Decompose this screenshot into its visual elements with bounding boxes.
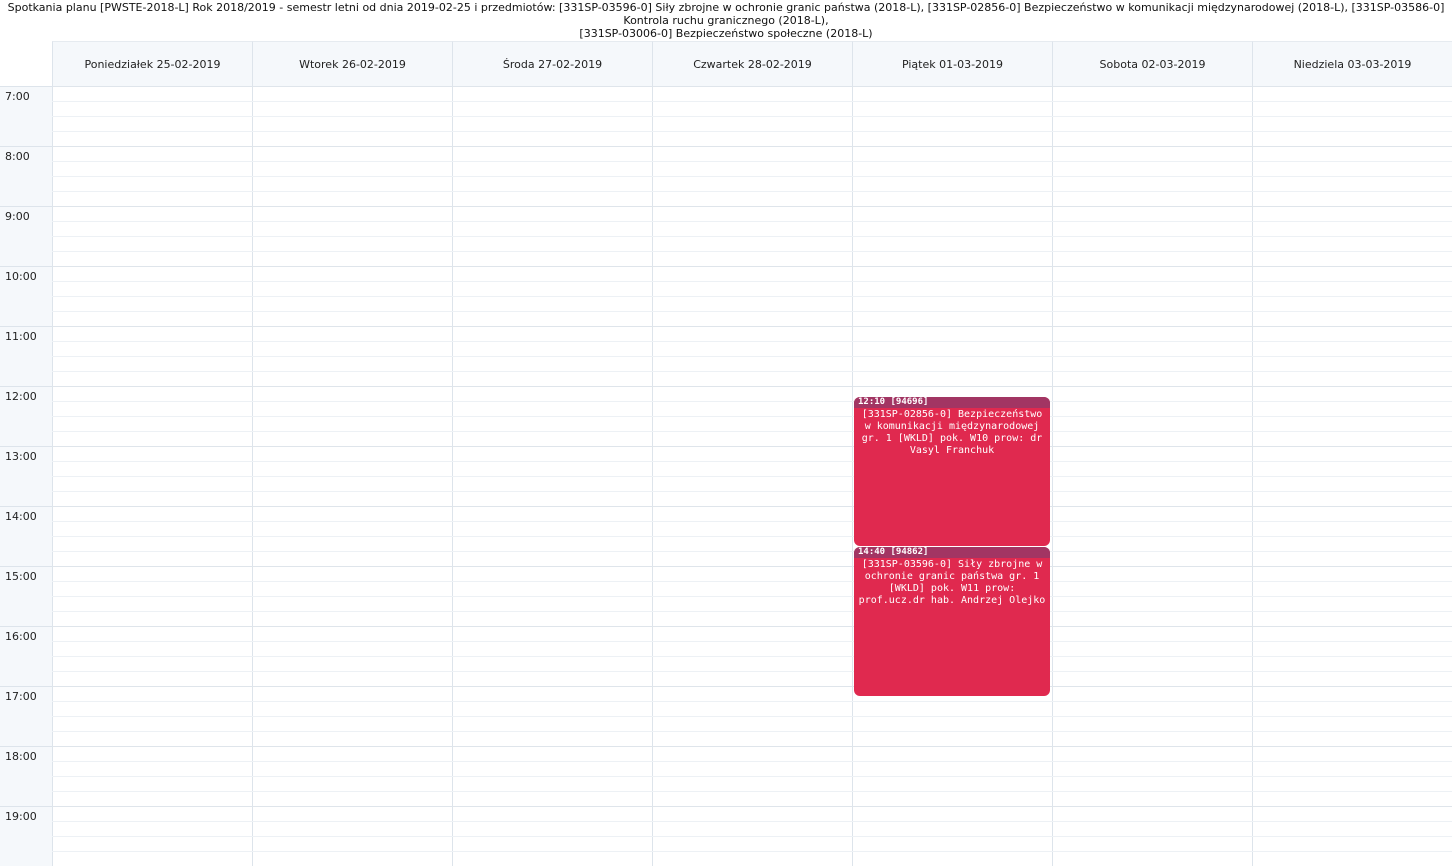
hour-divider: [52, 746, 1452, 747]
day-header: Wtorek 26-02-2019: [252, 41, 452, 86]
slot-divider: [52, 296, 1452, 297]
slot-divider: [52, 371, 1452, 372]
slot-divider: [52, 116, 1452, 117]
slot-divider: [52, 416, 1452, 417]
day-header: Czwartek 28-02-2019: [652, 41, 852, 86]
hour-label: 12:00: [0, 386, 52, 446]
hour-label: 13:00: [0, 446, 52, 506]
slot-divider: [52, 656, 1452, 657]
slot-divider: [52, 101, 1452, 102]
event-time: 12:10 [94696]: [854, 397, 1050, 408]
day-header: Środa 27-02-2019: [452, 41, 652, 86]
hour-divider: [52, 566, 1452, 567]
slot-divider: [52, 701, 1452, 702]
slot-divider: [52, 851, 1452, 852]
hour-divider: [52, 206, 1452, 207]
hour-label: 14:00: [0, 506, 52, 566]
hour-divider: [52, 626, 1452, 627]
slot-divider: [52, 551, 1452, 552]
day-header: Piątek 01-03-2019: [852, 41, 1052, 86]
day-header: Poniedziałek 25-02-2019: [52, 41, 252, 86]
slot-divider: [52, 596, 1452, 597]
hour-label: 8:00: [0, 146, 52, 206]
slot-divider: [52, 221, 1452, 222]
slot-divider: [52, 401, 1452, 402]
hour-label: 9:00: [0, 206, 52, 266]
slot-divider: [52, 641, 1452, 642]
slot-divider: [52, 521, 1452, 522]
slot-divider: [52, 191, 1452, 192]
slot-divider: [52, 281, 1452, 282]
hour-label: 11:00: [0, 326, 52, 386]
event-description: [331SP-02856-0] Bezpieczeństwo w komunik…: [861, 409, 1043, 456]
slot-divider: [52, 131, 1452, 132]
slot-divider: [52, 776, 1452, 777]
slot-divider: [52, 761, 1452, 762]
slot-divider: [52, 836, 1452, 837]
slot-divider: [52, 536, 1452, 537]
hour-divider: [52, 506, 1452, 507]
slot-divider: [52, 491, 1452, 492]
slot-divider: [52, 731, 1452, 732]
page-title: Spotkania planu [PWSTE-2018-L] Rok 2018/…: [0, 0, 1452, 40]
calendar-grid: Poniedziałek 25-02-2019 Wtorek 26-02-2019…: [0, 41, 1452, 866]
slot-divider: [52, 161, 1452, 162]
slot-divider: [52, 356, 1452, 357]
hour-label: 18:00: [0, 746, 52, 806]
hour-divider: [52, 326, 1452, 327]
grid-corner: [0, 41, 52, 86]
slot-divider: [52, 476, 1452, 477]
hour-label: 16:00: [0, 626, 52, 686]
hour-divider: [52, 266, 1452, 267]
slot-divider: [52, 311, 1452, 312]
event-description: [331SP-03596-0] Siły zbrojne w ochronie …: [858, 559, 1046, 606]
slot-divider: [52, 716, 1452, 717]
day-header: Sobota 02-03-2019: [1052, 41, 1252, 86]
hour-label: 17:00: [0, 686, 52, 746]
hour-divider: [52, 686, 1452, 687]
hour-label: 19:00: [0, 806, 52, 866]
hour-divider: [52, 806, 1452, 807]
slot-divider: [52, 461, 1452, 462]
slot-divider: [52, 341, 1452, 342]
slot-divider: [52, 431, 1452, 432]
slot-divider: [52, 581, 1452, 582]
slot-divider: [52, 236, 1452, 237]
day-header: Niedziela 03-03-2019: [1252, 41, 1452, 86]
slot-divider: [52, 251, 1452, 252]
event-block[interactable]: 12:10 [94696] [331SP-02856-0] Bezpieczeńs…: [854, 397, 1050, 546]
hour-label: 15:00: [0, 566, 52, 626]
slot-divider: [52, 821, 1452, 822]
event-block[interactable]: 14:40 [94862] [331SP-03596-0] Siły zbrojn…: [854, 547, 1050, 696]
hour-divider: [52, 386, 1452, 387]
event-time: 14:40 [94862]: [854, 547, 1050, 558]
hour-divider: [52, 86, 1452, 87]
hour-divider: [52, 446, 1452, 447]
slot-divider: [52, 176, 1452, 177]
hour-label: 10:00: [0, 266, 52, 326]
slot-divider: [52, 611, 1452, 612]
hour-label: 7:00: [0, 86, 52, 146]
title-line-2: [331SP-03006-0] Bezpieczeństwo społeczne…: [579, 27, 873, 40]
title-line-1: Spotkania planu [PWSTE-2018-L] Rok 2018/…: [7, 1, 1445, 27]
slot-divider: [52, 671, 1452, 672]
hour-divider: [52, 146, 1452, 147]
slot-divider: [52, 791, 1452, 792]
